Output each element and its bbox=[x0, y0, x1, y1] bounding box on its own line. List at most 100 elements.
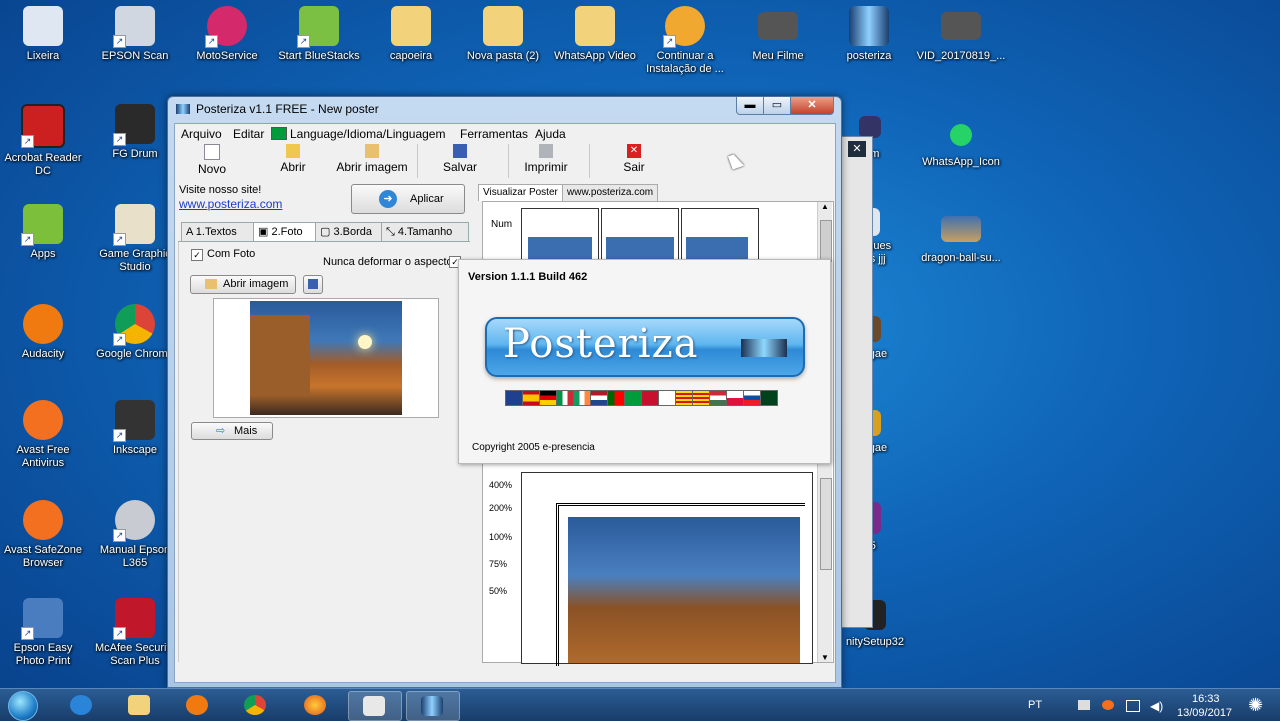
desktop-icon-whatsapp-video[interactable]: WhatsApp Video bbox=[550, 6, 640, 63]
apply-button[interactable]: ➜ Aplicar bbox=[351, 184, 465, 214]
desktop-icon-whatsapp[interactable]: WhatsApp_Icon bbox=[916, 120, 1006, 169]
desktop-icon-vid[interactable]: VID_20170819_... bbox=[916, 6, 1006, 63]
desktop-icon-posteriza[interactable]: posteriza bbox=[824, 6, 914, 63]
desktop-icon-epson-easy-photo[interactable]: ↗ Epson Easy Photo Print bbox=[0, 598, 88, 668]
desktop-icon-dragon-ball[interactable]: dragon-ball-su... bbox=[916, 216, 1006, 265]
desktop-icon-motoservice[interactable]: ↗ MotoService bbox=[182, 6, 272, 63]
poster-page-1 bbox=[521, 208, 599, 266]
flag-netherlands-icon[interactable] bbox=[590, 390, 608, 406]
close-button[interactable]: ✕ bbox=[790, 97, 834, 115]
taskbar-firefox[interactable] bbox=[290, 691, 342, 719]
resize-icon: ⤡ bbox=[386, 226, 395, 238]
menu-arquivo[interactable]: Arquivo bbox=[181, 127, 222, 141]
tab-posteriza-site[interactable]: www.posteriza.com bbox=[562, 184, 659, 201]
taskbar-chrome[interactable] bbox=[230, 691, 282, 719]
desktop-icon-bluestacks[interactable]: ↗ Start BlueStacks bbox=[274, 6, 364, 63]
minimize-button[interactable]: ▬ bbox=[736, 97, 764, 115]
flag-brazil-icon[interactable] bbox=[624, 390, 642, 406]
flag-finland-icon[interactable] bbox=[658, 390, 676, 406]
start-button[interactable] bbox=[4, 689, 42, 721]
menu-editar[interactable]: Editar bbox=[233, 127, 264, 141]
desktop-icon-safezone[interactable]: Avast SafeZone Browser bbox=[0, 500, 88, 570]
toolbar-novo-button[interactable]: Novo bbox=[177, 144, 247, 176]
tray-flag-icon[interactable] bbox=[1078, 700, 1090, 710]
menu-language[interactable]: Language/Idioma/Linguagem bbox=[290, 127, 445, 141]
flag-portugal-icon[interactable] bbox=[607, 390, 625, 406]
toolbar-salvar-button[interactable]: Salvar bbox=[425, 144, 495, 174]
taskbar-paint[interactable] bbox=[348, 691, 402, 721]
zoom-200[interactable]: 200% bbox=[489, 503, 512, 513]
flag-slovakia-icon[interactable] bbox=[743, 390, 761, 406]
tray-network-icon[interactable] bbox=[1126, 700, 1140, 712]
foto-tab-content: ✓ Com Foto Nunca deformar o aspecto ✓ Ab… bbox=[178, 242, 471, 662]
toolbar-sair-button[interactable]: ✕ Sair bbox=[599, 144, 669, 174]
desktop-icon-audacity[interactable]: Audacity bbox=[0, 304, 88, 361]
toolbar-imprimir-button[interactable]: Imprimir bbox=[511, 144, 581, 174]
visit-text: Visite nosso site! bbox=[179, 184, 262, 196]
zoom-100[interactable]: 100% bbox=[489, 532, 512, 542]
tab-visualizar-poster[interactable]: Visualizar Poster bbox=[478, 184, 563, 201]
zoom-50[interactable]: 50% bbox=[489, 586, 507, 596]
com-foto-checkbox[interactable]: ✓ bbox=[191, 249, 203, 261]
scroll-up-arrow[interactable]: ▲ bbox=[818, 202, 832, 211]
poster-page-3 bbox=[681, 208, 759, 266]
maximize-button[interactable]: ▭ bbox=[763, 97, 791, 115]
taskbar-media-player[interactable] bbox=[172, 691, 224, 719]
background-window-close-button[interactable]: ✕ bbox=[848, 141, 866, 157]
taskbar-explorer[interactable] bbox=[114, 691, 166, 719]
desktop-icon-nova-pasta[interactable]: Nova pasta (2) bbox=[458, 6, 548, 63]
avast-icon bbox=[23, 400, 63, 440]
flag-ireland-icon[interactable] bbox=[573, 390, 591, 406]
tray-volume-icon[interactable]: ◀) bbox=[1150, 699, 1163, 713]
scroll-down-arrow[interactable]: ▼ bbox=[818, 653, 832, 662]
terminal-icon bbox=[859, 116, 881, 138]
zoom-75[interactable]: 75% bbox=[489, 559, 507, 569]
clock-date[interactable]: 13/09/2017 bbox=[1177, 707, 1232, 719]
taskbar-ie[interactable] bbox=[56, 691, 108, 719]
flag-pakistan-icon[interactable] bbox=[760, 390, 778, 406]
flag-germany-icon[interactable] bbox=[539, 390, 557, 406]
version-text: Version 1.1.1 Build 462 bbox=[468, 271, 588, 283]
clock-time[interactable]: 16:33 bbox=[1192, 693, 1220, 705]
flag-hungary-icon[interactable] bbox=[709, 390, 727, 406]
tab-tamanho[interactable]: ⤡ 4.Tamanho bbox=[381, 222, 469, 241]
flag-poland-icon[interactable] bbox=[726, 390, 744, 406]
tab-foto[interactable]: ▣ 2.Foto bbox=[253, 222, 319, 241]
flag-catalonia-alt-icon[interactable] bbox=[692, 390, 710, 406]
zoom-400[interactable]: 400% bbox=[489, 480, 512, 490]
desktop-icon-acrobat[interactable]: ↗ Acrobat Reader DC bbox=[0, 104, 88, 178]
folder-icon bbox=[575, 6, 615, 46]
desktop-icon-lixeira[interactable]: Lixeira bbox=[0, 6, 88, 63]
scroll-thumb[interactable] bbox=[820, 478, 832, 570]
desktop-icon-epson-scan[interactable]: ↗ EPSON Scan bbox=[90, 6, 180, 63]
taskbar-posteriza[interactable] bbox=[406, 691, 460, 721]
desktop-icon-apps[interactable]: ↗ Apps bbox=[0, 204, 88, 261]
flag-italy-icon[interactable] bbox=[556, 390, 574, 406]
open-image-button[interactable]: Abrir imagem bbox=[190, 275, 296, 294]
desktop-icon-capoeira[interactable]: capoeira bbox=[366, 6, 456, 63]
tray-avast-icon[interactable] bbox=[1102, 700, 1114, 710]
flag-denmark-icon[interactable] bbox=[641, 390, 659, 406]
flag-spain-icon[interactable] bbox=[522, 390, 540, 406]
background-window[interactable]: ✕ bbox=[839, 136, 873, 628]
open-image-icon bbox=[365, 144, 379, 158]
more-button[interactable]: ⇨ Mais bbox=[191, 422, 273, 440]
menu-ajuda[interactable]: Ajuda bbox=[535, 127, 566, 141]
flag-uk-icon[interactable] bbox=[505, 390, 523, 406]
desktop-icon-continuar-instalacao[interactable]: ↗ Continuar a Instalação de ... bbox=[640, 6, 730, 76]
desktop-icon-avast[interactable]: Avast Free Antivirus bbox=[0, 400, 88, 470]
save-photo-button[interactable] bbox=[303, 275, 323, 294]
desktop-icon-meu-filme[interactable]: Meu Filme bbox=[733, 6, 823, 63]
flag-catalonia-icon[interactable] bbox=[675, 390, 693, 406]
site-link[interactable]: www.posteriza.com bbox=[179, 197, 282, 211]
scroll-thumb[interactable] bbox=[820, 220, 832, 262]
tab-borda[interactable]: ▢ 3.Borda bbox=[315, 222, 385, 241]
copyright-text: Copyright 2005 e-presencia bbox=[472, 442, 595, 453]
show-desktop-icon[interactable]: ✺ bbox=[1248, 695, 1263, 716]
menu-ferramentas[interactable]: Ferramentas bbox=[460, 127, 528, 141]
toolbar-abrir-button[interactable]: Abrir bbox=[258, 144, 328, 174]
tab-textos[interactable]: A 1.Textos bbox=[181, 222, 257, 241]
vertical-scrollbar-bottom[interactable]: ▼ bbox=[817, 472, 832, 662]
language-indicator[interactable]: PT bbox=[1028, 699, 1042, 711]
toolbar-abrir-imagem-button[interactable]: Abrir imagem bbox=[336, 144, 408, 174]
